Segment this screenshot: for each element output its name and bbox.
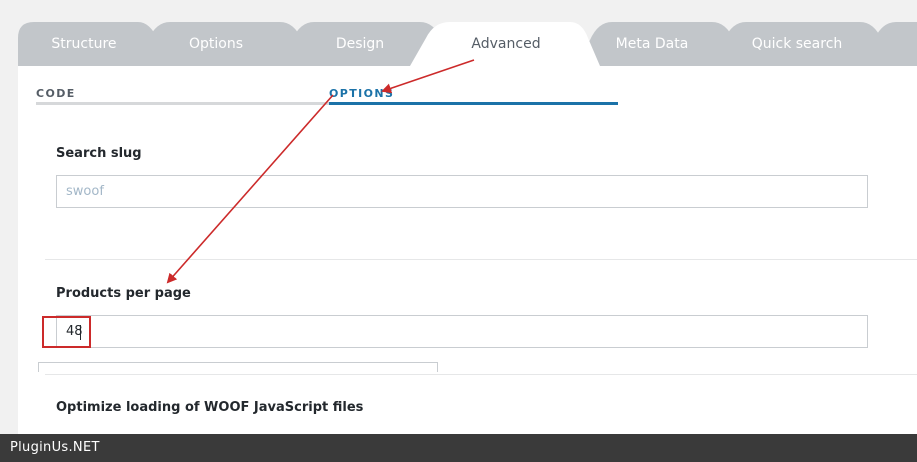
subtab-active-underline bbox=[329, 102, 618, 105]
tab-advanced[interactable]: Advanced bbox=[450, 36, 562, 52]
text-caret bbox=[80, 325, 81, 340]
tab-quick-search[interactable]: Quick search bbox=[740, 36, 854, 52]
subtab-underline bbox=[36, 102, 347, 105]
section-divider bbox=[45, 374, 917, 375]
search-slug-placeholder: swoof bbox=[66, 184, 104, 199]
advanced-panel: CODE OPTIONS Search slug swoof Products … bbox=[18, 66, 917, 434]
search-slug-label: Search slug bbox=[56, 146, 142, 161]
annotation-highlight-box bbox=[42, 316, 91, 348]
footer-bar: PluginUs.NET bbox=[0, 434, 917, 462]
search-slug-input[interactable]: swoof bbox=[56, 175, 868, 208]
tab-structure[interactable]: Structure bbox=[38, 36, 130, 52]
subtab-code[interactable]: CODE bbox=[36, 87, 76, 100]
tab-meta-data[interactable]: Meta Data bbox=[606, 36, 698, 52]
optimize-loading-select[interactable] bbox=[38, 362, 438, 372]
tab-design[interactable]: Design bbox=[314, 36, 406, 52]
tab-bar bbox=[18, 22, 917, 66]
subtab-options[interactable]: OPTIONS bbox=[329, 87, 394, 100]
products-per-page-label: Products per page bbox=[56, 286, 191, 301]
tab-options[interactable]: Options bbox=[170, 36, 262, 52]
products-per-page-input[interactable]: 48 bbox=[56, 315, 868, 348]
section-divider bbox=[45, 259, 917, 260]
optimize-loading-label: Optimize loading of WOOF JavaScript file… bbox=[56, 400, 364, 415]
footer-brand: PluginUs.NET bbox=[10, 440, 100, 455]
